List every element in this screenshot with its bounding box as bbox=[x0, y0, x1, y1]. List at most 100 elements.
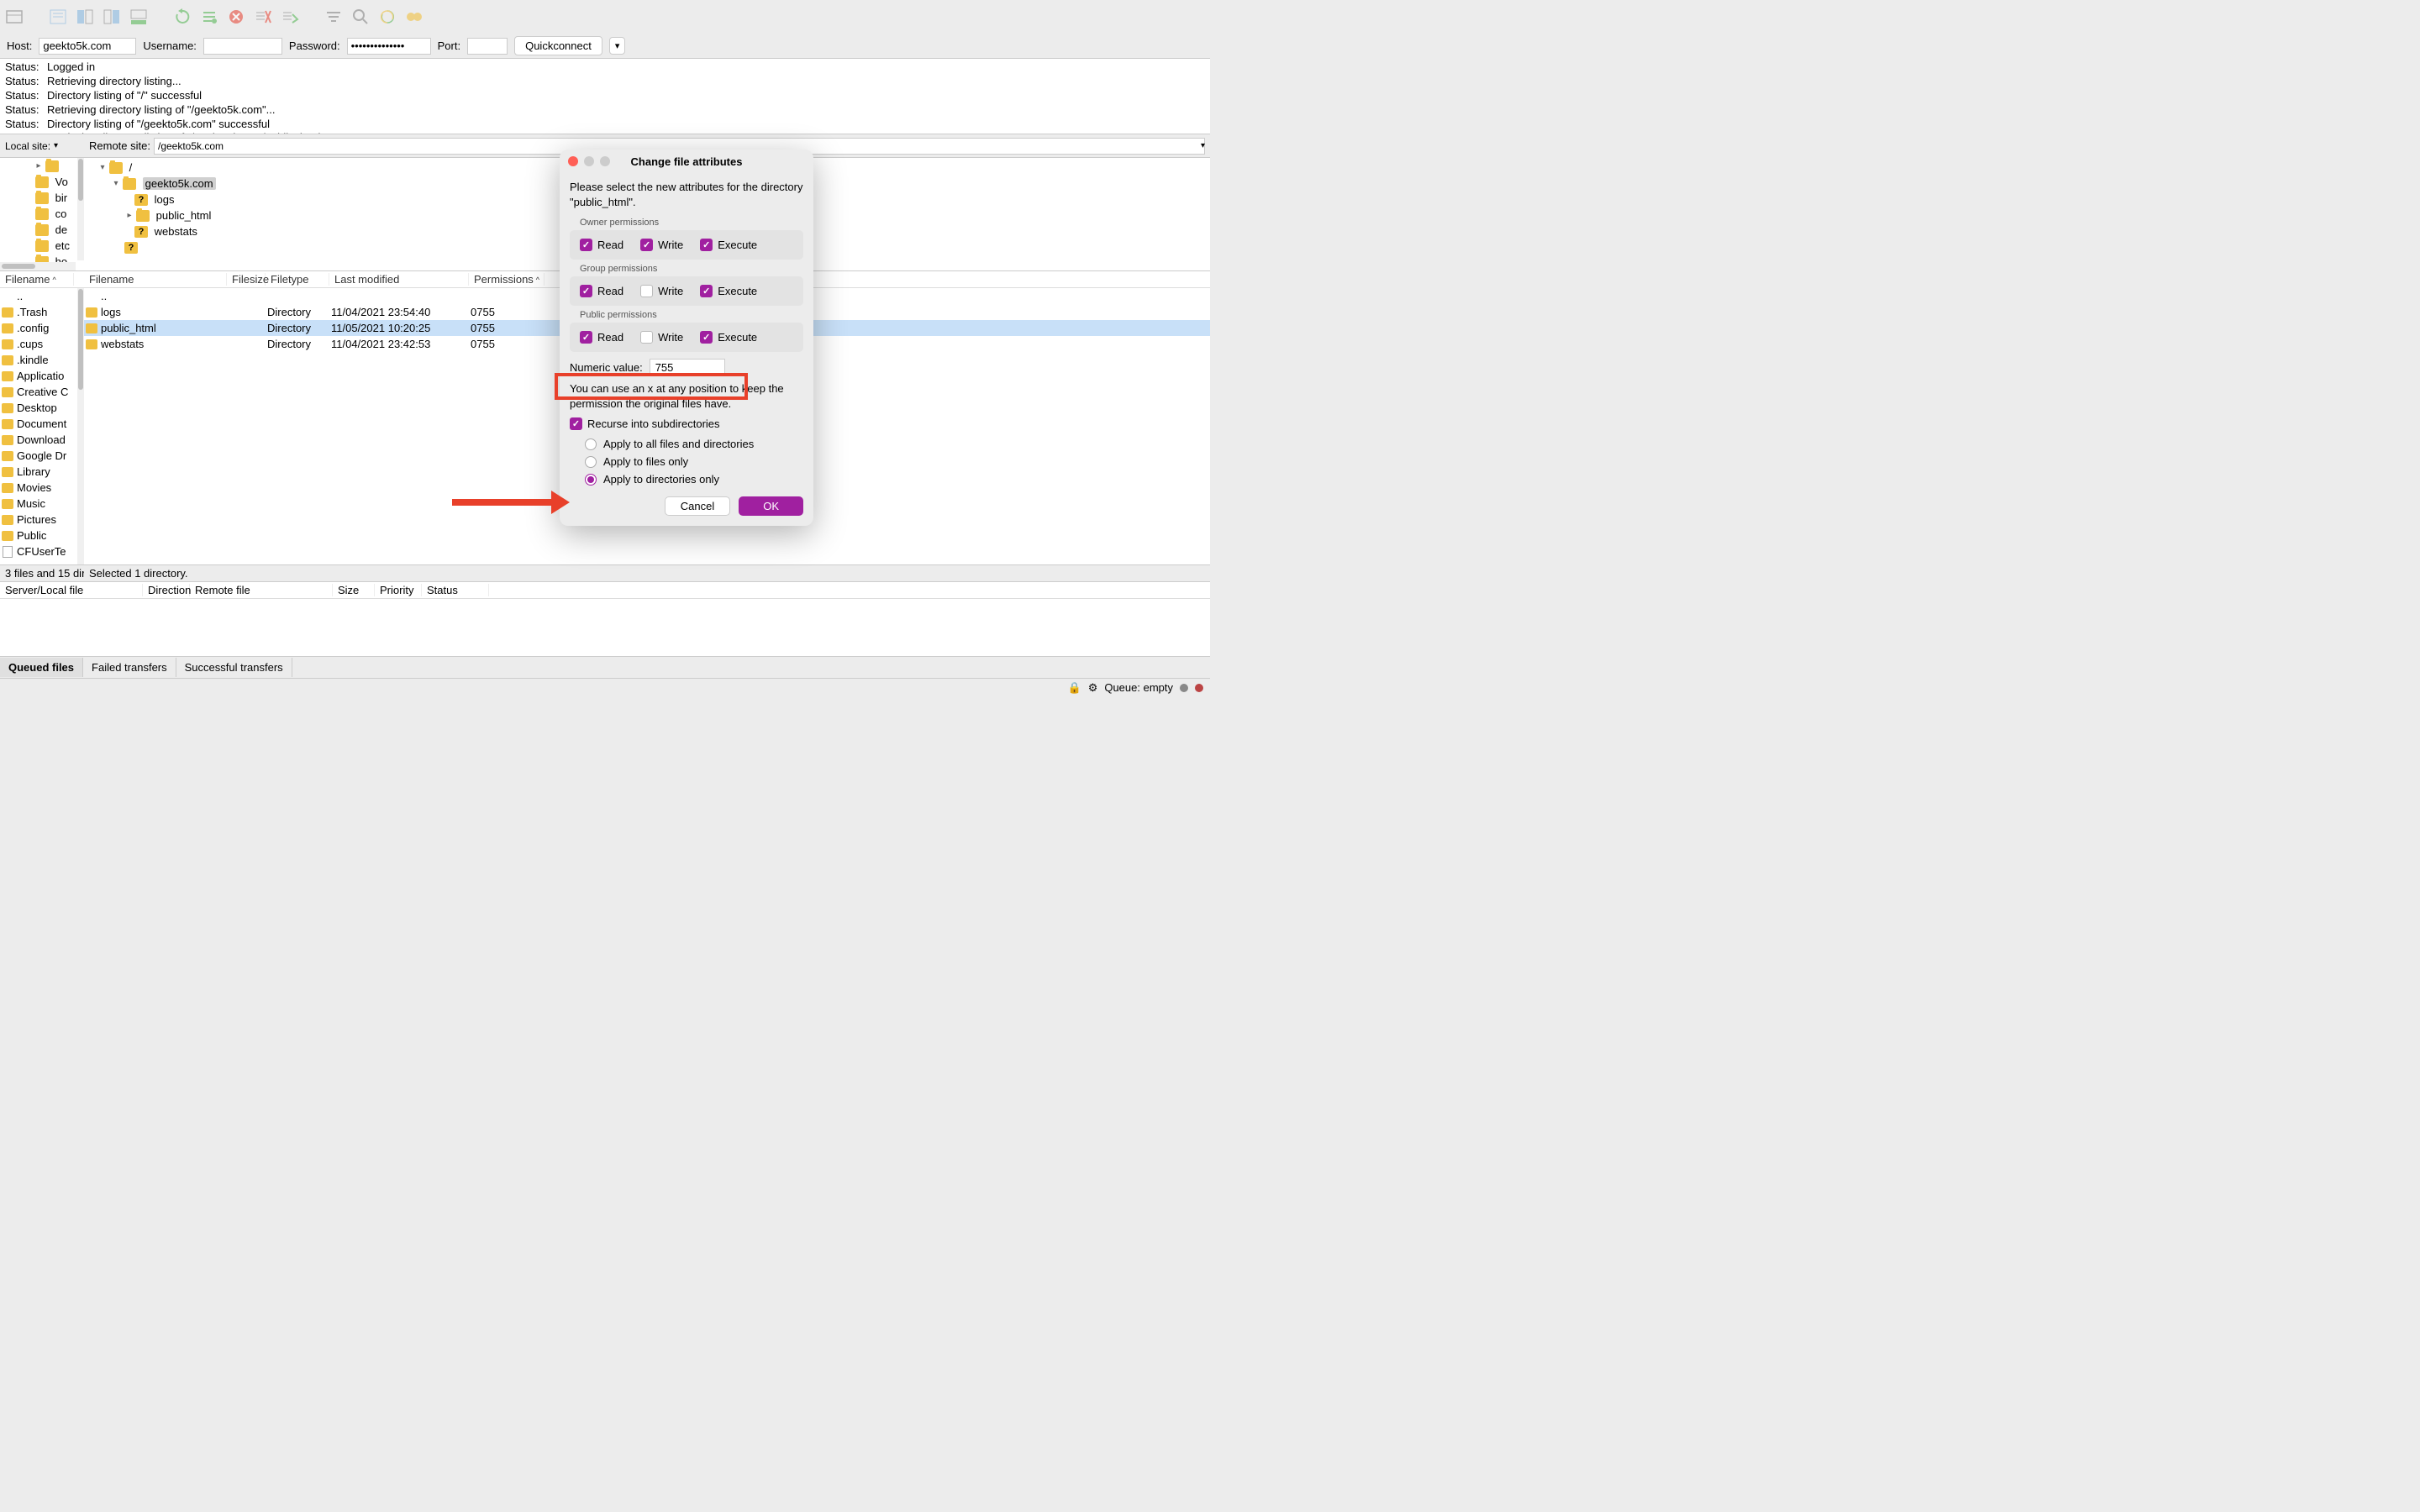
host-input[interactable] bbox=[39, 38, 136, 55]
local-file-row[interactable]: Download bbox=[0, 432, 84, 448]
filter-icon[interactable] bbox=[324, 7, 344, 27]
group-execute-checkbox[interactable]: ✓Execute bbox=[700, 285, 757, 297]
remote-col-filename[interactable]: Filename bbox=[89, 273, 134, 286]
cancel-button[interactable]: Cancel bbox=[665, 496, 730, 516]
local-file-list[interactable]: Filename^ ...Trash.config.cups.kindleApp… bbox=[0, 271, 84, 564]
owner-execute-checkbox[interactable]: ✓Execute bbox=[700, 239, 757, 251]
tab-failed[interactable]: Failed transfers bbox=[83, 658, 176, 677]
sync-browse-icon[interactable] bbox=[404, 7, 424, 27]
local-tree-item[interactable]: etc bbox=[0, 238, 84, 254]
toggle-log-icon[interactable] bbox=[48, 7, 68, 27]
queue-col[interactable]: Remote file bbox=[190, 584, 333, 596]
compare-icon[interactable] bbox=[377, 7, 397, 27]
remote-status: Selected 1 directory. bbox=[84, 565, 1210, 581]
reconnect-icon[interactable] bbox=[280, 7, 300, 27]
dialog-description: Please select the new attributes for the… bbox=[570, 180, 803, 210]
ok-button[interactable]: OK bbox=[739, 496, 803, 516]
remote-col-perms[interactable]: Permissions bbox=[474, 273, 534, 286]
cancel-icon[interactable] bbox=[226, 7, 246, 27]
local-file-row[interactable]: .. bbox=[0, 288, 84, 304]
remote-col-filesize[interactable]: Filesize bbox=[232, 273, 269, 286]
queue-col[interactable]: Status bbox=[422, 584, 489, 596]
toolbar bbox=[0, 0, 1210, 34]
local-file-row[interactable]: .Trash bbox=[0, 304, 84, 320]
toggle-local-tree-icon[interactable] bbox=[75, 7, 95, 27]
tree-domain[interactable]: geekto5k.com bbox=[143, 177, 216, 190]
site-manager-icon[interactable] bbox=[4, 7, 24, 27]
apply-all-radio[interactable]: Apply to all files and directories bbox=[585, 435, 803, 453]
queue-col[interactable]: Priority bbox=[375, 584, 422, 596]
local-file-row[interactable]: .kindle bbox=[0, 352, 84, 368]
tab-successful[interactable]: Successful transfers bbox=[176, 658, 292, 677]
toggle-remote-tree-icon[interactable] bbox=[102, 7, 122, 27]
group-read-checkbox[interactable]: ✓Read bbox=[580, 285, 623, 297]
username-input[interactable] bbox=[203, 38, 282, 55]
owner-write-checkbox[interactable]: ✓Write bbox=[640, 239, 683, 251]
quickconnect-bar: Host: Username: Password: Port: Quickcon… bbox=[0, 34, 1210, 59]
host-label: Host: bbox=[7, 39, 32, 52]
tab-queued[interactable]: Queued files bbox=[0, 658, 83, 677]
local-file-row[interactable]: .config bbox=[0, 320, 84, 336]
lock-icon: 🔒 bbox=[1068, 681, 1081, 695]
tree-webstats[interactable]: webstats bbox=[155, 225, 197, 238]
arrow-annotation bbox=[452, 496, 570, 509]
tree-logs[interactable]: logs bbox=[155, 193, 175, 206]
tree-public-html[interactable]: public_html bbox=[156, 209, 212, 222]
status-dot-2 bbox=[1195, 684, 1203, 692]
local-file-row[interactable]: Applicatio bbox=[0, 368, 84, 384]
public-execute-checkbox[interactable]: ✓Execute bbox=[700, 331, 757, 344]
local-file-row[interactable]: Public bbox=[0, 528, 84, 543]
apply-files-radio[interactable]: Apply to files only bbox=[585, 453, 803, 470]
username-label: Username: bbox=[143, 39, 197, 52]
highlight-annotation bbox=[555, 373, 748, 400]
local-file-row[interactable]: Pictures bbox=[0, 512, 84, 528]
local-file-row[interactable]: Desktop bbox=[0, 400, 84, 416]
local-col-filename[interactable]: Filename bbox=[5, 273, 50, 286]
group-write-checkbox[interactable]: Write bbox=[640, 285, 683, 297]
queue-col[interactable]: Direction bbox=[143, 584, 190, 596]
owner-read-checkbox[interactable]: ✓Read bbox=[580, 239, 623, 251]
apply-dirs-radio[interactable]: Apply to directories only bbox=[585, 470, 803, 488]
local-site-dropdown[interactable]: ▾ bbox=[54, 141, 58, 150]
footer: 🔒 ⚙ Queue: empty bbox=[0, 678, 1210, 696]
local-file-row[interactable]: CFUserTe bbox=[0, 543, 84, 559]
quickconnect-dropdown[interactable]: ▾ bbox=[609, 37, 626, 55]
local-file-row[interactable]: Music bbox=[0, 496, 84, 512]
toggle-queue-icon[interactable] bbox=[129, 7, 149, 27]
quickconnect-button[interactable]: Quickconnect bbox=[514, 36, 602, 55]
local-file-row[interactable]: Movies bbox=[0, 480, 84, 496]
status-dot-1 bbox=[1180, 684, 1188, 692]
queue-col[interactable]: Size bbox=[333, 584, 375, 596]
local-file-row[interactable]: Document bbox=[0, 416, 84, 432]
gear-icon[interactable]: ⚙ bbox=[1088, 681, 1098, 695]
local-file-row[interactable]: Google Dr bbox=[0, 448, 84, 464]
local-status: 3 files and 15 dir bbox=[0, 565, 84, 581]
port-input[interactable] bbox=[467, 38, 508, 55]
log-area: Status:Logged inStatus:Retrieving direct… bbox=[0, 59, 1210, 134]
remote-col-lastmod[interactable]: Last modified bbox=[334, 273, 399, 286]
queue-col[interactable]: Server/Local file bbox=[0, 584, 143, 596]
disconnect-icon[interactable] bbox=[253, 7, 273, 27]
local-file-row[interactable]: Library bbox=[0, 464, 84, 480]
local-tree[interactable]: ▸ Vo bir co de etc ho bbox=[0, 158, 84, 270]
tree-root[interactable]: / bbox=[129, 161, 133, 174]
local-file-row[interactable]: Creative C bbox=[0, 384, 84, 400]
public-read-checkbox[interactable]: ✓Read bbox=[580, 331, 623, 344]
local-tree-item[interactable]: de bbox=[0, 222, 84, 238]
process-queue-icon[interactable] bbox=[199, 7, 219, 27]
local-tree-item[interactable]: bir bbox=[0, 190, 84, 206]
local-tree-item[interactable]: Vo bbox=[0, 174, 84, 190]
remote-site-label: Remote site: bbox=[89, 139, 150, 152]
local-tree-item[interactable]: co bbox=[0, 206, 84, 222]
refresh-icon[interactable] bbox=[172, 7, 192, 27]
public-write-checkbox[interactable]: Write bbox=[640, 331, 683, 344]
queue-status: Queue: empty bbox=[1104, 681, 1173, 694]
remote-col-filetype[interactable]: Filetype bbox=[271, 273, 309, 286]
remote-site-dropdown[interactable]: ▾ bbox=[1201, 141, 1205, 150]
recurse-checkbox[interactable]: ✓Recurse into subdirectories bbox=[570, 417, 803, 430]
password-input[interactable] bbox=[347, 38, 431, 55]
search-icon[interactable] bbox=[350, 7, 371, 27]
password-label: Password: bbox=[289, 39, 340, 52]
local-file-row[interactable]: .cups bbox=[0, 336, 84, 352]
port-label: Port: bbox=[438, 39, 460, 52]
